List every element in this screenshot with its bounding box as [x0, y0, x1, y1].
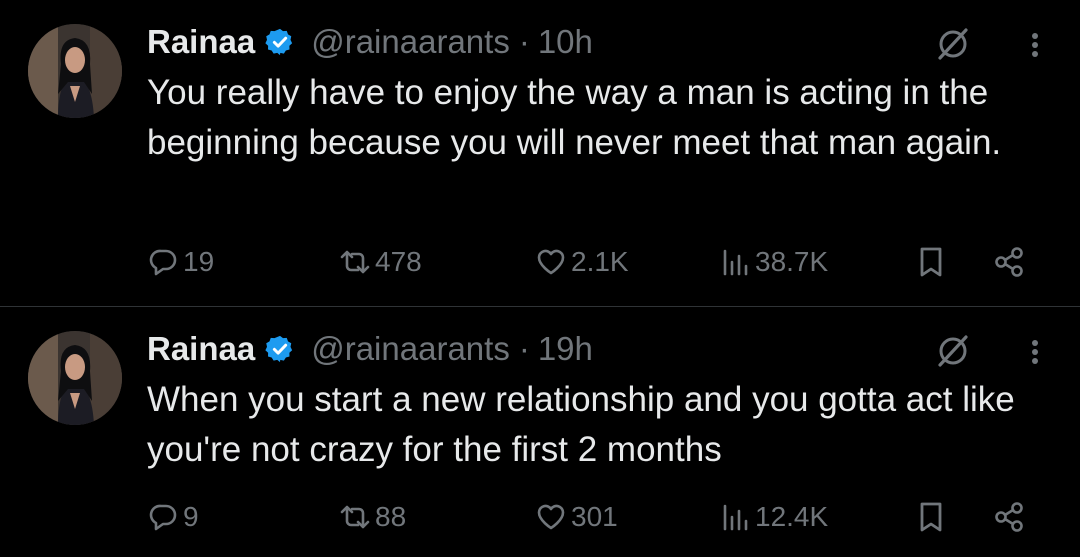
verified-badge-icon: [265, 28, 293, 56]
grok-icon[interactable]: [933, 24, 973, 64]
verified-badge-icon: [265, 335, 293, 363]
bookmark-icon: [920, 247, 942, 277]
like-button[interactable]: 2.1K: [535, 242, 629, 282]
repost-button[interactable]: 478: [339, 242, 422, 282]
tweet-header: Rainaa @rainaarants · 10h: [147, 22, 593, 62]
share-icon: [995, 502, 1023, 532]
views-icon: [723, 249, 748, 276]
tweet-text: When you start a new relationship and yo…: [147, 380, 1015, 469]
tweet[interactable]: Rainaa @rainaarants · 10h You really hav…: [0, 0, 1080, 306]
reply-count: 19: [183, 246, 215, 277]
repost-count: 478: [375, 246, 422, 277]
views-button[interactable]: 12.4K: [719, 497, 828, 537]
bookmark-button[interactable]: [914, 497, 948, 537]
repost-count: 88: [375, 501, 407, 532]
repost-icon: [340, 505, 370, 529]
reply-icon: [149, 504, 177, 531]
reply-count: 9: [183, 501, 199, 532]
tweet[interactable]: Rainaa @rainaarants · 19h When you start…: [0, 307, 1080, 557]
timestamp[interactable]: 19h: [538, 330, 593, 368]
views-button[interactable]: 38.7K: [719, 242, 828, 282]
tweet-header: Rainaa @rainaarants · 19h: [147, 329, 593, 369]
bookmark-button[interactable]: [914, 242, 948, 282]
reply-icon: [149, 249, 177, 276]
views-count: 12.4K: [755, 501, 829, 532]
reply-button[interactable]: 19: [147, 242, 214, 282]
action-bar: 9 88 301 12.4K: [147, 497, 1047, 537]
tweet-text: You really have to enjoy the way a man i…: [147, 73, 1002, 162]
more-icon[interactable]: [1020, 335, 1050, 369]
author-name[interactable]: Rainaa: [147, 23, 255, 61]
repost-icon: [340, 250, 370, 274]
views-icon: [723, 504, 748, 531]
reply-button[interactable]: 9: [147, 497, 199, 537]
share-button[interactable]: [992, 497, 1026, 537]
views-count: 38.7K: [755, 246, 829, 277]
share-icon: [995, 247, 1023, 277]
separator-dot: ·: [518, 23, 530, 60]
bookmark-icon: [920, 502, 942, 532]
author-handle[interactable]: @rainaarants: [311, 23, 510, 61]
more-icon[interactable]: [1020, 28, 1050, 62]
grok-icon[interactable]: [933, 331, 973, 371]
author-name[interactable]: Rainaa: [147, 330, 255, 368]
action-bar: 19 478 2.1K 38.7K: [147, 242, 1047, 282]
like-count: 2.1K: [571, 246, 629, 277]
avatar[interactable]: [28, 331, 122, 425]
like-count: 301: [571, 501, 618, 532]
like-icon: [537, 504, 565, 530]
like-icon: [537, 249, 565, 275]
like-button[interactable]: 301: [535, 497, 618, 537]
separator-dot: ·: [518, 330, 530, 367]
share-button[interactable]: [992, 242, 1026, 282]
avatar[interactable]: [28, 24, 122, 118]
repost-button[interactable]: 88: [339, 497, 406, 537]
timestamp[interactable]: 10h: [538, 23, 593, 61]
author-handle[interactable]: @rainaarants: [311, 330, 510, 368]
